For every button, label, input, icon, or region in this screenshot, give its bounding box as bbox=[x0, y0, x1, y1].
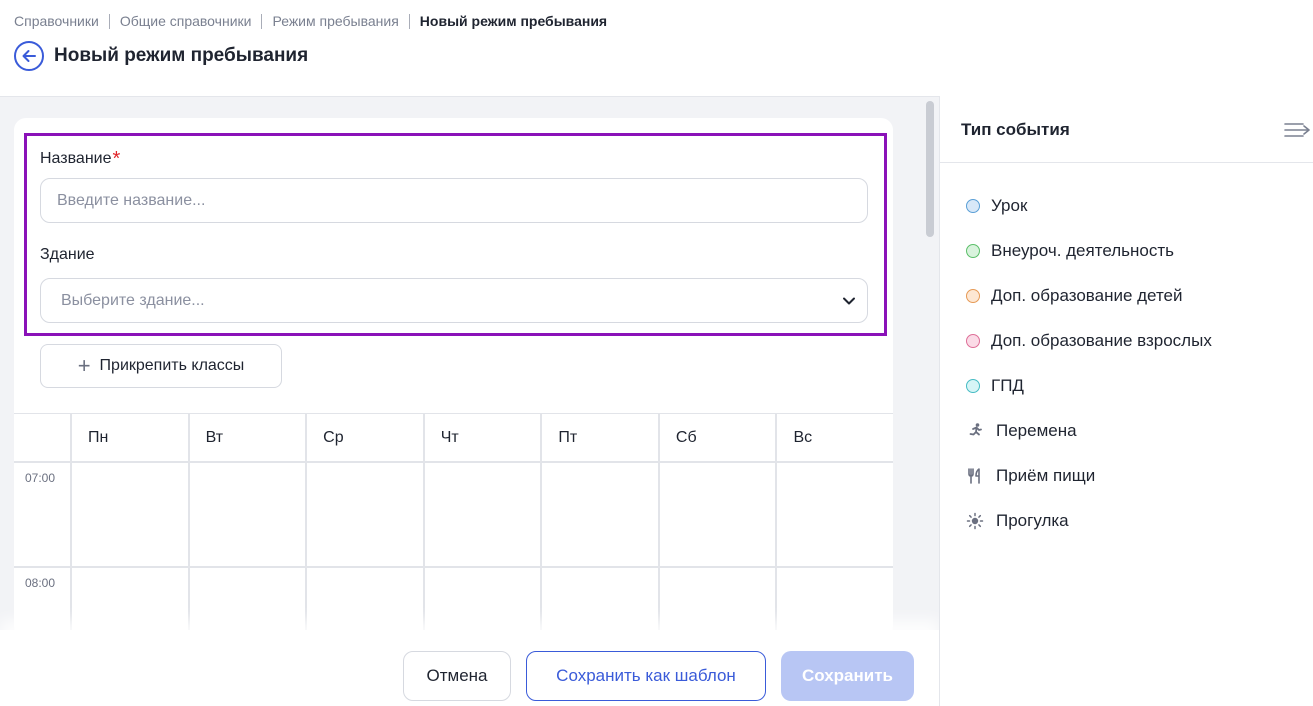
fork-knife-icon bbox=[966, 467, 984, 485]
schedule-row-0800: 08:00 bbox=[14, 568, 893, 638]
chevron-down-icon bbox=[843, 297, 855, 305]
schedule-cell[interactable] bbox=[307, 568, 425, 638]
required-mark: * bbox=[112, 148, 121, 170]
save-button[interactable]: Сохранить bbox=[781, 651, 914, 701]
day-header-thu: Чт bbox=[425, 414, 543, 461]
breadcrumb-separator bbox=[261, 13, 263, 29]
breadcrumb: Справочники Общие справочники Режим преб… bbox=[14, 12, 607, 30]
panel-title: Тип события bbox=[961, 120, 1070, 139]
building-select[interactable]: Выберите здание... bbox=[40, 278, 868, 323]
breadcrumb-separator bbox=[408, 13, 410, 29]
back-button[interactable] bbox=[14, 41, 44, 71]
schedule-corner-cell bbox=[14, 414, 72, 461]
day-header-fri: Пт bbox=[542, 414, 660, 461]
schedule-cell[interactable] bbox=[72, 568, 190, 638]
attach-classes-label: Прикрепить классы bbox=[99, 357, 245, 374]
form-highlight-box: Название* Введите название... Здание Выб… bbox=[24, 133, 887, 336]
legend-item-meal: Приём пищи bbox=[966, 453, 1212, 498]
gpd-color-dot bbox=[966, 378, 980, 393]
schedule-row-0700: 07:00 bbox=[14, 463, 893, 568]
arrow-left-icon bbox=[22, 50, 36, 62]
sun-icon bbox=[966, 512, 984, 530]
plus-icon: + bbox=[77, 353, 91, 378]
collapse-panel-icon[interactable] bbox=[1283, 120, 1311, 140]
event-type-legend: Урок Внеуроч. деятельность Доп. образова… bbox=[966, 183, 1212, 543]
name-label: Название* bbox=[40, 148, 121, 170]
legend-item-walk: Прогулка bbox=[966, 498, 1212, 543]
schedule-cell[interactable] bbox=[190, 463, 308, 566]
breadcrumb-item-common-references[interactable]: Общие справочники bbox=[120, 13, 252, 29]
breadcrumb-item-references[interactable]: Справочники bbox=[14, 13, 99, 29]
panel-header: Тип события bbox=[940, 96, 1313, 163]
schedule-cell[interactable] bbox=[425, 463, 543, 566]
legend-item-gpd: ГПД bbox=[966, 363, 1212, 408]
schedule-cell[interactable] bbox=[72, 463, 190, 566]
day-header-sun: Вс bbox=[793, 428, 813, 446]
time-label: 08:00 bbox=[14, 568, 72, 638]
adult-education-color-dot bbox=[966, 333, 980, 348]
day-header-mon: Пн bbox=[72, 414, 190, 461]
schedule-cell[interactable] bbox=[660, 568, 778, 638]
schedule-header-row: Пн Вт Ср Чт Пт Сб Вс bbox=[14, 413, 893, 463]
name-input[interactable]: Введите название... bbox=[40, 178, 868, 223]
schedule-cell[interactable] bbox=[425, 568, 543, 638]
breadcrumb-item-stay-mode[interactable]: Режим пребывания bbox=[272, 13, 398, 29]
schedule-cell[interactable] bbox=[542, 463, 660, 566]
schedule-cell[interactable] bbox=[307, 463, 425, 566]
event-type-panel: Тип события Урок Внеуроч. деятельность Д… bbox=[939, 96, 1313, 706]
running-icon bbox=[966, 422, 984, 440]
schedule-cell[interactable] bbox=[777, 463, 893, 566]
schedule-cell[interactable] bbox=[660, 463, 778, 566]
name-input-placeholder: Введите название... bbox=[57, 191, 206, 209]
form-card: Название* Введите название... Здание Выб… bbox=[14, 118, 893, 638]
schedule-cell[interactable] bbox=[542, 568, 660, 638]
title-row: Новый режим пребывания bbox=[14, 41, 308, 71]
legend-item-kids-education: Доп. образование детей bbox=[966, 273, 1212, 318]
footer-actions: Отмена Сохранить как шаблон Сохранить bbox=[0, 630, 939, 706]
save-as-template-button[interactable]: Сохранить как шаблон bbox=[526, 651, 766, 701]
day-header-wed: Ср bbox=[307, 414, 425, 461]
legend-item-adult-education: Доп. образование взрослых bbox=[966, 318, 1212, 363]
legend-item-lesson: Урок bbox=[966, 183, 1212, 228]
breadcrumb-separator bbox=[108, 13, 110, 29]
scrollbar[interactable] bbox=[923, 97, 939, 631]
time-label: 07:00 bbox=[14, 463, 72, 566]
kids-education-color-dot bbox=[966, 288, 980, 303]
day-header-tue: Вт bbox=[190, 414, 308, 461]
breadcrumb-item-current: Новый режим пребывания bbox=[419, 13, 608, 29]
building-label: Здание bbox=[40, 246, 95, 263]
attach-classes-button[interactable]: + Прикрепить классы bbox=[40, 344, 282, 388]
schedule-cell[interactable] bbox=[777, 568, 893, 638]
cancel-button[interactable]: Отмена bbox=[403, 651, 511, 701]
legend-item-break: Перемена bbox=[966, 408, 1212, 453]
schedule-cell[interactable] bbox=[190, 568, 308, 638]
schedule-grid: Пн Вт Ср Чт Пт Сб Вс 07:00 08:00 bbox=[14, 413, 893, 638]
day-header-sat: Сб bbox=[660, 414, 778, 461]
lesson-color-dot bbox=[966, 198, 980, 213]
building-select-placeholder: Выберите здание... bbox=[61, 291, 205, 309]
page-title: Новый режим пребывания bbox=[54, 45, 309, 66]
legend-item-extracurricular: Внеуроч. деятельность bbox=[966, 228, 1212, 273]
main-content: Название* Введите название... Здание Выб… bbox=[0, 96, 939, 706]
scrollbar-thumb[interactable] bbox=[926, 101, 934, 237]
extracurricular-color-dot bbox=[966, 243, 980, 258]
